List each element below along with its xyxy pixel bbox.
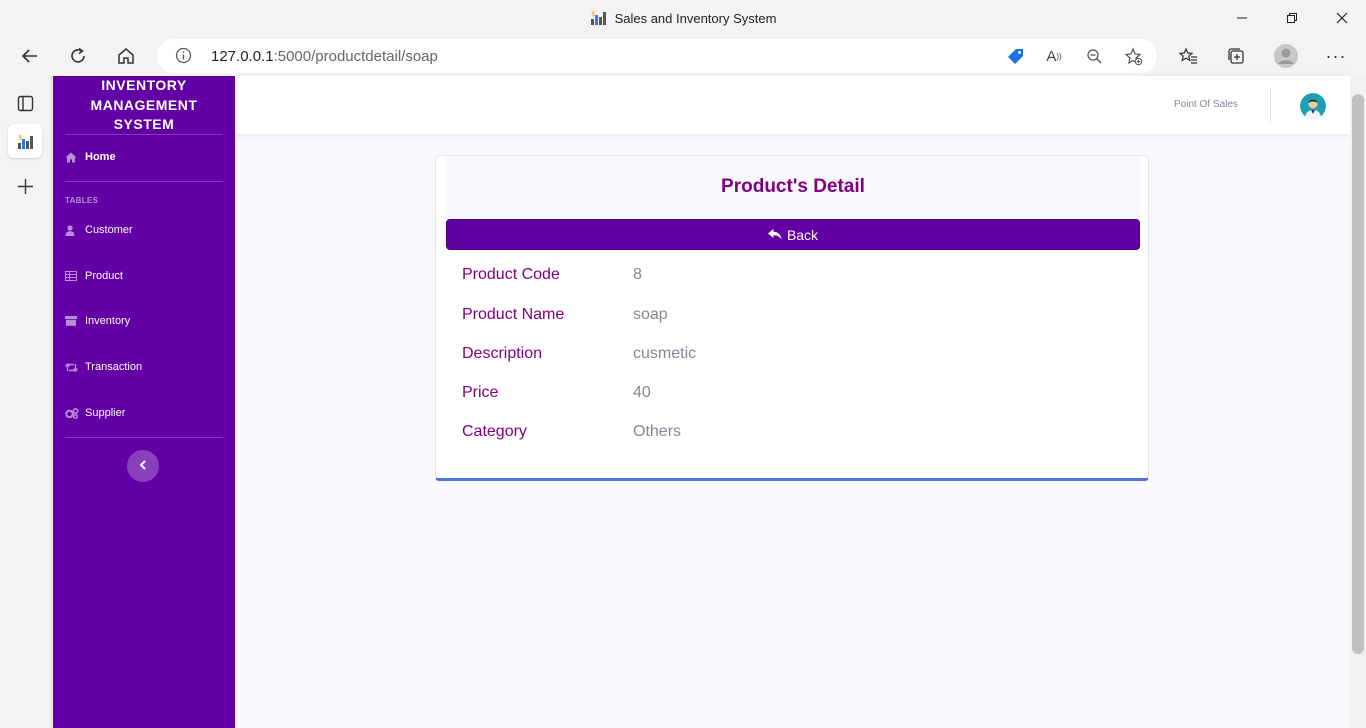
add-favorite-icon[interactable] xyxy=(1123,46,1143,66)
sidebar-item-transaction[interactable]: Transaction xyxy=(65,356,225,378)
detail-row-product-name: Product Name soap xyxy=(462,306,1122,330)
window-title-text: Sales and Inventory System xyxy=(614,11,777,26)
info-icon[interactable] xyxy=(175,47,192,69)
archive-icon xyxy=(65,316,85,326)
browser-toolbar: 127.0.0.1:5000/productdetail/soap A)) ··… xyxy=(0,36,1366,76)
detail-row-price: Price 40 xyxy=(462,384,1122,408)
sidebar-heading: TABLES xyxy=(65,196,99,205)
sidebar-divider xyxy=(65,134,223,135)
zoom-icon[interactable] xyxy=(1084,46,1104,66)
back-button[interactable]: Back xyxy=(446,219,1140,250)
read-aloud-icon[interactable]: A)) xyxy=(1044,46,1064,66)
detail-label: Product Name xyxy=(462,306,565,323)
detail-value: Others xyxy=(633,423,682,440)
sidebar-item-home[interactable]: Home xyxy=(65,146,225,168)
back-button-label: Back xyxy=(786,226,819,243)
product-detail-card: Product's Detail Back Product Code 8 Pro… xyxy=(435,155,1149,481)
main-content: Point Of Sales Product's Detail Back Pro… xyxy=(235,76,1350,728)
detail-row-description: Description cusmetic xyxy=(462,345,1122,369)
card-header: Product's Detail xyxy=(446,156,1140,218)
retweet-icon xyxy=(65,362,85,372)
detail-label: Price xyxy=(462,384,499,401)
point-of-sales-link[interactable]: Point Of Sales xyxy=(1174,99,1238,110)
more-menu-icon[interactable]: ··· xyxy=(1320,40,1352,72)
sidebar-item-label: Transaction xyxy=(85,361,143,373)
app-chart-icon: $ xyxy=(590,9,607,29)
sidebar-item-label: Inventory xyxy=(85,315,131,327)
detail-value: soap xyxy=(633,306,668,323)
url-path: :5000/productdetail/soap xyxy=(273,48,438,65)
cogs-icon xyxy=(65,407,85,419)
window-title: $ Sales and Inventory System xyxy=(0,9,1366,29)
sidebar-item-product[interactable]: Product xyxy=(65,265,225,287)
restore-button[interactable] xyxy=(1267,0,1317,36)
sidebar-item-label: Product xyxy=(85,270,123,282)
new-tab-plus-icon[interactable] xyxy=(8,169,42,203)
reply-icon xyxy=(767,229,782,240)
url-text[interactable]: 127.0.0.1:5000/productdetail/soap xyxy=(211,48,438,65)
sidebar-divider xyxy=(65,437,223,438)
page-scrollbar[interactable] xyxy=(1350,76,1366,728)
shopping-tag-icon[interactable] xyxy=(1005,46,1025,66)
detail-value: cusmetic xyxy=(633,345,697,362)
vertical-tabs-strip: $ xyxy=(0,76,52,728)
chevron-left-icon xyxy=(139,457,147,475)
detail-label: Category xyxy=(462,423,527,440)
table-icon xyxy=(65,271,85,281)
refresh-button[interactable] xyxy=(62,40,94,72)
topbar-divider xyxy=(1270,88,1271,122)
sidebar: INVENTORY MANAGEMENT SYSTEM Home TABLES … xyxy=(53,76,235,728)
home-icon xyxy=(65,152,85,163)
close-window-button[interactable] xyxy=(1317,0,1366,36)
detail-value: 8 xyxy=(633,266,642,283)
detail-row-category: Category Others xyxy=(462,423,1122,447)
sidebar-item-customer[interactable]: Customer xyxy=(65,219,225,241)
user-avatar[interactable] xyxy=(1300,93,1326,119)
detail-row-product-code: Product Code 8 xyxy=(462,266,1122,290)
back-nav-button[interactable] xyxy=(14,40,46,72)
sidebar-divider xyxy=(65,181,223,182)
collections-icon[interactable] xyxy=(1220,40,1252,72)
url-host: 127.0.0.1 xyxy=(211,48,274,65)
sidebar-brand[interactable]: INVENTORY MANAGEMENT SYSTEM xyxy=(89,76,199,135)
address-bar[interactable]: 127.0.0.1:5000/productdetail/soap A)) xyxy=(157,39,1157,73)
scrollbar-thumb[interactable] xyxy=(1352,94,1364,654)
svg-text:$: $ xyxy=(591,10,595,18)
favorites-icon[interactable] xyxy=(1172,40,1204,72)
tab-actions-icon[interactable] xyxy=(8,86,42,120)
svg-text:$: $ xyxy=(18,134,22,142)
home-browser-button[interactable] xyxy=(110,40,142,72)
sidebar-item-inventory[interactable]: Inventory xyxy=(65,310,225,332)
detail-label: Description xyxy=(462,345,543,362)
minimize-button[interactable] xyxy=(1217,0,1267,36)
active-tab-chart-icon[interactable]: $ xyxy=(8,124,42,158)
sidebar-item-label: Customer xyxy=(85,224,133,236)
profile-avatar-icon[interactable] xyxy=(1270,40,1302,72)
user-icon xyxy=(65,224,85,236)
sidebar-item-supplier[interactable]: Supplier xyxy=(65,402,225,424)
sidebar-toggle-button[interactable] xyxy=(127,450,159,482)
topbar: Point Of Sales xyxy=(235,76,1350,134)
browser-titlebar: $ Sales and Inventory System xyxy=(0,0,1366,36)
sidebar-item-label: Home xyxy=(85,151,116,163)
card-title: Product's Detail xyxy=(721,176,865,197)
detail-label: Product Code xyxy=(462,266,560,283)
detail-value: 40 xyxy=(633,384,651,401)
sidebar-item-label: Supplier xyxy=(85,407,126,419)
